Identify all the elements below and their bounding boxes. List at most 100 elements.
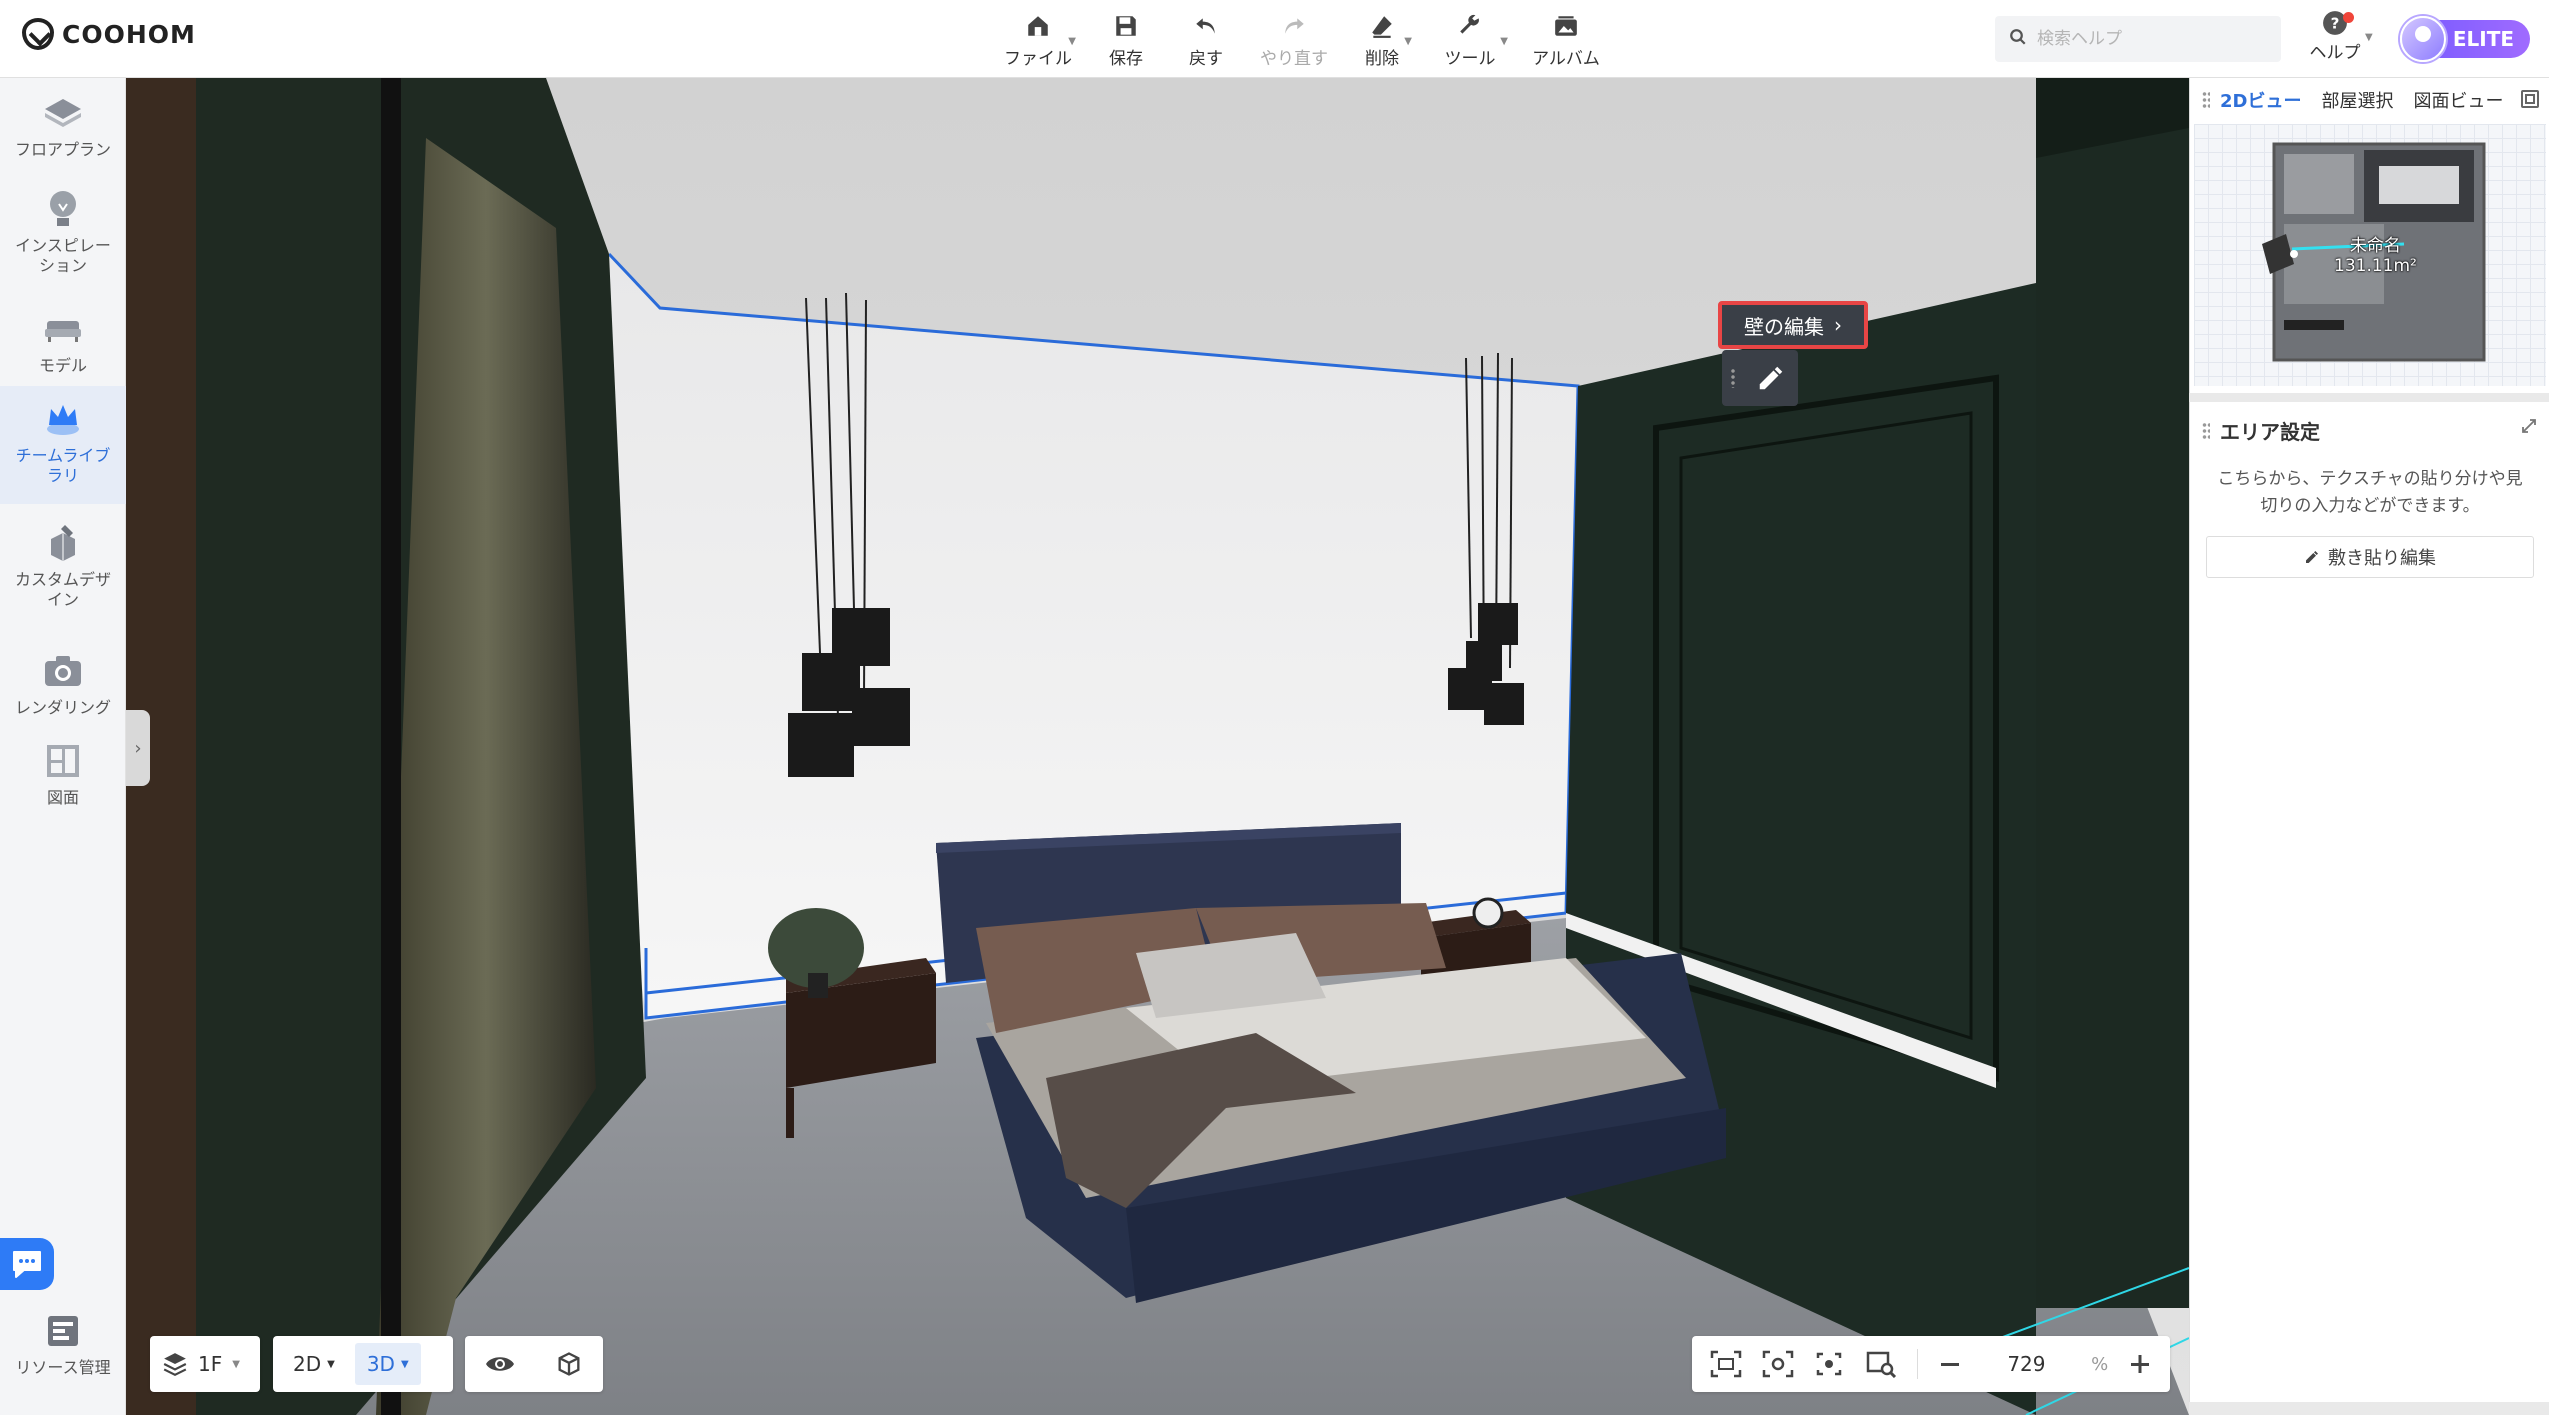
minimap[interactable]: 未命名 131.11m² [2194, 124, 2546, 386]
sidebar-item-label: 図面 [46, 788, 79, 807]
chevron-down-icon: ▼ [1068, 36, 1076, 47]
help-button[interactable]: ? ヘルプ [2305, 10, 2365, 63]
sidebar-item-floorplan[interactable]: フロアプラン [0, 90, 126, 186]
zoom-unit: % [2091, 1353, 2109, 1375]
sidebar-expand-toggle[interactable]: › [126, 710, 150, 786]
popout-icon[interactable] [2521, 90, 2539, 108]
delete-menu-button[interactable]: 削除 ▼ [1342, 8, 1422, 70]
search-input[interactable] [2037, 29, 2257, 49]
delete-label: 削除 [1365, 49, 1399, 69]
redo-label: やり直す [1260, 49, 1328, 69]
tools-label: ツール [1444, 49, 1496, 69]
crown-icon [40, 396, 86, 442]
view-2d-label: 2D [293, 1352, 322, 1376]
save-button[interactable]: 保存 [1086, 8, 1166, 70]
tab-drawing-view[interactable]: 図面ビュー [2403, 87, 2513, 113]
tab-room-select[interactable]: 部屋選択 [2311, 87, 2403, 113]
tools-menu-button[interactable]: ツール ▼ [1422, 8, 1518, 70]
display-toggles [465, 1336, 603, 1392]
area-settings-title: エリア設定 [2220, 420, 2320, 444]
drag-handle-icon[interactable] [2202, 91, 2210, 109]
resource-icon [40, 1308, 86, 1354]
minimap-room-label: 未命名 131.11m² [2334, 236, 2417, 276]
wall-edit-toolbar [1722, 350, 1798, 406]
zoom-in-icon[interactable] [2128, 1352, 2152, 1376]
notification-dot [2343, 12, 2354, 23]
top-bar: COOHOM ファイル ▼ 保存 戻す やり直す 削除 ▼ ツール ▼ アルバム… [0, 0, 2549, 78]
user-avatar[interactable] [2400, 16, 2446, 62]
area-settings-panel: エリア設定 こちらから、テクスチャの貼り分けや見切りの入力などができます。 敷き… [2189, 402, 2549, 1402]
fit-view-icon[interactable] [1710, 1350, 1742, 1378]
file-menu-label: ファイル [1004, 49, 1072, 69]
zoom-area-icon[interactable] [1865, 1350, 1897, 1378]
tile-edit-label: 敷き貼り編集 [2328, 548, 2436, 569]
wall-edit-button[interactable]: 壁の編集 › [1718, 301, 1868, 349]
left-sidebar: フロアプラン インスピレーション モデル チームライブラリ カスタムデザイン レ… [0, 78, 126, 1415]
sidebar-item-label: カスタムデザイン [14, 570, 111, 609]
eye-icon[interactable] [485, 1353, 515, 1375]
wrench-icon [1454, 10, 1486, 42]
sidebar-item-label: チームライブラリ [15, 446, 111, 485]
view-3d-label: 3D [366, 1352, 395, 1376]
drag-handle-icon[interactable] [2202, 421, 2210, 440]
search-icon [2009, 28, 2027, 50]
help-search[interactable] [1995, 16, 2281, 62]
chevron-down-icon[interactable]: ▼ [2365, 32, 2373, 43]
logo[interactable]: COOHOM [22, 18, 196, 50]
area-settings-description: こちらから、テクスチャの貼り分けや見切りの入力などができます。 [2217, 469, 2523, 516]
chevron-down-icon: ▼ [400, 1358, 409, 1370]
sidebar-item-inspiration[interactable]: インスピレーション [0, 186, 126, 302]
focus-icon[interactable] [1813, 1350, 1845, 1378]
area-settings-header: エリア設定 [2202, 416, 2320, 445]
eraser-icon [1366, 10, 1398, 42]
save-icon [1110, 10, 1142, 42]
chevron-down-icon: ▼ [327, 1358, 335, 1370]
help-label: ヘルプ [2309, 43, 2361, 63]
wall-edit-label: 壁の編集 [1744, 314, 1824, 339]
room-name: 未命名 [2349, 236, 2401, 256]
room-area: 131.11m² [2334, 256, 2417, 276]
sidebar-item-drawing[interactable]: 図面 [0, 738, 126, 834]
zoom-controls: 729 % [1692, 1336, 2170, 1392]
album-icon [1550, 10, 1582, 42]
sidebar-item-label: モデル [38, 356, 87, 375]
chevron-down-icon: ▼ [1500, 36, 1508, 47]
tile-edit-button[interactable]: 敷き貼り編集 [2206, 536, 2534, 578]
redo-icon [1278, 10, 1310, 42]
floor-label: 1F [198, 1352, 223, 1376]
pencil-icon[interactable] [1756, 363, 1786, 393]
sidebar-item-rendering[interactable]: レンダリング [0, 638, 126, 734]
sidebar-item-label: レンダリング [14, 698, 111, 717]
floor-selector[interactable]: 1F ▼ [150, 1336, 260, 1392]
view-mode-switch: 2D ▼ 3D ▼ [273, 1336, 453, 1392]
bedroom-3d-scene [126, 78, 2189, 1415]
zoom-value[interactable]: 729 [1981, 1352, 2071, 1376]
custom-design-icon [40, 520, 86, 566]
zoom-out-icon[interactable] [1938, 1352, 1962, 1376]
album-button[interactable]: アルバム [1518, 8, 1614, 70]
view-2d-button[interactable]: 2D ▼ [281, 1343, 347, 1385]
view-panel: 2Dビュー 部屋選択 図面ビュー 未命名 131.11m² [2189, 78, 2549, 393]
chevron-down-icon: ▼ [1404, 36, 1412, 47]
chevron-down-icon: ▼ [232, 1358, 240, 1370]
album-label: アルバム [1532, 49, 1600, 69]
drag-handle-icon[interactable] [1730, 368, 1736, 388]
sidebar-item-custom-design[interactable]: カスタムデザイン [0, 510, 126, 634]
pencil-icon [2306, 551, 2318, 563]
drawing-icon [40, 738, 86, 784]
3d-viewport[interactable]: 壁の編集 › [126, 78, 2189, 1415]
undo-button[interactable]: 戻す [1166, 8, 1246, 70]
expand-icon[interactable] [2521, 418, 2537, 434]
chat-support-button[interactable] [0, 1238, 54, 1290]
save-label: 保存 [1109, 49, 1143, 69]
camera-settings-icon[interactable] [1762, 1350, 1794, 1378]
sidebar-item-team-library[interactable]: チームライブラリ [0, 386, 126, 504]
cube-view-icon[interactable] [555, 1350, 583, 1378]
sidebar-item-resource-management[interactable]: リソース管理 [0, 1308, 126, 1404]
logo-text: COOHOM [62, 19, 196, 49]
layers-icon [163, 1353, 187, 1377]
redo-button[interactable]: やり直す [1246, 8, 1342, 70]
tab-2d-view[interactable]: 2Dビュー [2210, 87, 2311, 113]
view-3d-button[interactable]: 3D ▼ [354, 1343, 421, 1385]
file-menu-button[interactable]: ファイル ▼ [990, 8, 1086, 70]
